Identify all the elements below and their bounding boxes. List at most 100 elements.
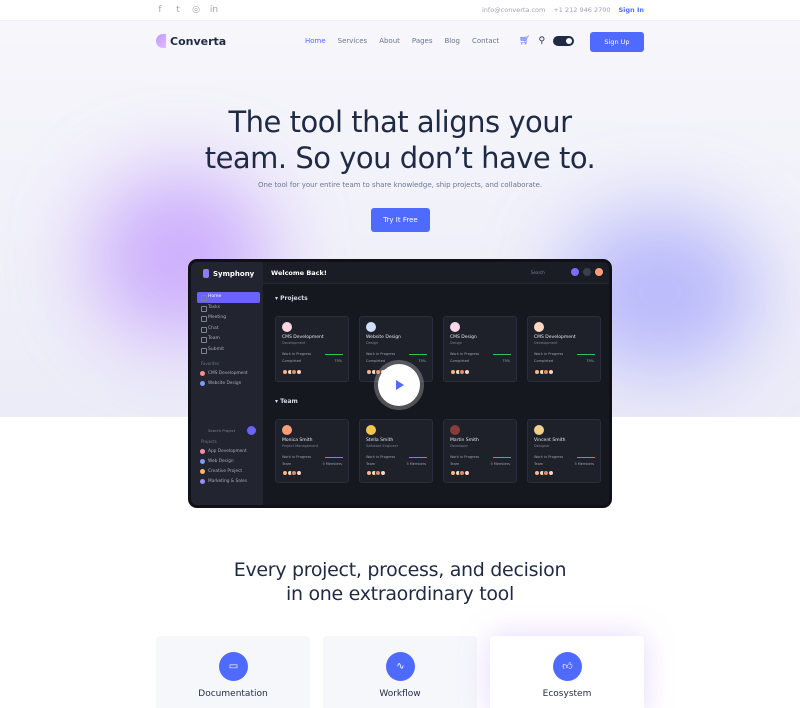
sign-up-button[interactable]: Sign Up	[590, 32, 644, 52]
app-search[interactable]: Search	[531, 270, 545, 275]
nav-item-pages[interactable]: Pages	[412, 37, 433, 45]
progress-bar	[493, 457, 511, 459]
social-links: f t ◎ in	[155, 5, 219, 15]
nav-item-home[interactable]: Home	[305, 37, 326, 45]
try-it-free-button[interactable]: Try It Free	[371, 208, 430, 232]
app-menu-team[interactable]: Team	[197, 334, 260, 345]
project-card[interactable]: CMS Design Design Work in Progress Compl…	[443, 316, 517, 382]
member-status: Work in Progress	[366, 455, 396, 459]
twitter-icon[interactable]: t	[173, 5, 183, 15]
app-projects-list: Projects App Development Web Design Crea…	[197, 439, 260, 487]
completed-label: Completed	[366, 359, 386, 363]
project-status: Work in Progress	[282, 352, 312, 356]
project-category: Design	[450, 341, 463, 345]
projects-heading-text: Projects	[280, 295, 308, 302]
phone-number[interactable]: +1 212 946 2700	[553, 6, 610, 14]
project-category: Development	[282, 341, 306, 345]
email-link[interactable]: info@converta.com	[482, 6, 545, 14]
member-name: Martin Smith	[450, 438, 479, 443]
progress-bar	[493, 354, 511, 356]
project-title: CMS Development	[282, 335, 324, 340]
notification-icon[interactable]	[571, 268, 579, 276]
project-icon	[366, 322, 376, 332]
member-avatar	[534, 425, 544, 435]
member-avatars	[534, 369, 554, 375]
project-item[interactable]: Creative Project	[197, 467, 260, 477]
app-menu-tasks[interactable]: Tasks	[197, 303, 260, 314]
member-status: Work in Progress	[282, 455, 312, 459]
completed-percent: 75%	[502, 359, 510, 363]
feature-title: Workflow	[379, 689, 421, 699]
cart-icon[interactable]: 🛒︎	[519, 36, 530, 46]
welcome-title: Welcome Back!	[271, 269, 327, 277]
search-project-input[interactable]: Search Project	[199, 426, 256, 435]
members-count: 5 Members	[574, 462, 594, 466]
linkedin-icon[interactable]: in	[209, 5, 219, 15]
logo[interactable]: Converta	[156, 34, 226, 48]
nav-item-contact[interactable]: Contact	[472, 37, 499, 45]
feature-card-workflow[interactable]: ∿ Workflow	[323, 636, 477, 708]
members-count: 5 Members	[322, 462, 342, 466]
nav-menu: Home Services About Pages Blog Contact	[305, 37, 499, 45]
feature-title: Ecosystem	[542, 689, 592, 699]
app-menu: Home Tasks Meeting Chat Team Submit Favo…	[197, 292, 260, 389]
sign-in-link[interactable]: Sign In	[619, 6, 645, 14]
member-name: Vincent Smith	[534, 438, 566, 443]
avatar[interactable]	[595, 268, 603, 276]
team-card[interactable]: Martin Smith Developer Work in Progress …	[443, 419, 517, 483]
project-item[interactable]: App Development	[197, 447, 260, 457]
member-name: Monica Smith	[282, 438, 313, 443]
team-heading-text: Team	[280, 398, 298, 405]
nav-item-services[interactable]: Services	[338, 37, 368, 45]
favorite-item[interactable]: CMS Development	[197, 369, 260, 379]
team-card[interactable]: Stella Smith Software Engineer Work in P…	[359, 419, 433, 483]
member-avatars	[366, 470, 386, 476]
member-role: Designer	[534, 444, 550, 448]
main-nav: Converta Home Services About Pages Blog …	[0, 21, 800, 65]
member-avatar	[282, 425, 292, 435]
pulse-icon: ∿	[386, 652, 415, 681]
team-label: Team	[534, 462, 544, 466]
project-item[interactable]: Marketing & Sales	[197, 477, 260, 487]
app-menu-meeting[interactable]: Meeting	[197, 313, 260, 324]
app-menu-chat[interactable]: Chat	[197, 324, 260, 335]
play-video-button[interactable]	[378, 364, 420, 406]
member-avatar	[450, 425, 460, 435]
search-icon[interactable]: ⚲	[538, 36, 545, 46]
app-menu-submit[interactable]: Submit	[197, 345, 260, 356]
favorite-item[interactable]: Website Design	[197, 379, 260, 389]
logo-mark-icon	[156, 34, 166, 48]
project-status: Work in Progress	[366, 352, 396, 356]
project-card[interactable]: CMS Development Development Work in Prog…	[527, 316, 601, 382]
project-title: CMS Development	[534, 335, 576, 340]
member-avatars	[450, 369, 470, 375]
progress-bar	[577, 457, 595, 459]
team-card[interactable]: Vincent Smith Designer Work in Progress …	[527, 419, 601, 483]
progress-bar	[577, 354, 595, 356]
instagram-icon[interactable]: ◎	[191, 5, 201, 15]
logo-text: Converta	[170, 34, 227, 48]
member-role: Project Management	[282, 444, 319, 448]
project-status: Work in Progress	[534, 352, 564, 356]
app-menu-home[interactable]: Home	[197, 292, 260, 303]
nav-item-about[interactable]: About	[379, 37, 400, 45]
feature-card-ecosystem[interactable]: 👍︎ Ecosystem	[490, 636, 644, 708]
members-count: 5 Members	[406, 462, 426, 466]
member-avatars	[282, 470, 302, 476]
projects-heading: ▾ Projects	[275, 295, 308, 302]
project-item[interactable]: Web Design	[197, 457, 260, 467]
theme-toggle[interactable]	[553, 36, 575, 46]
favorites-label: Favorites	[201, 361, 220, 366]
feature-card-documentation[interactable]: ▭ Documentation	[156, 636, 310, 708]
nav-item-blog[interactable]: Blog	[445, 37, 460, 45]
projects-label: Projects	[201, 439, 217, 444]
team-card[interactable]: Monica Smith Project Management Work in …	[275, 419, 349, 483]
project-card[interactable]: CMS Development Development Work in Prog…	[275, 316, 349, 382]
settings-icon[interactable]	[583, 268, 591, 276]
feature-title: Documentation	[198, 689, 268, 699]
facebook-icon[interactable]: f	[155, 5, 165, 15]
add-project-icon[interactable]	[247, 426, 256, 435]
hero-title-line-1: The tool that aligns your	[228, 105, 572, 139]
team-label: Team	[366, 462, 376, 466]
hero-subtitle: One tool for your entire team to share k…	[257, 181, 543, 189]
